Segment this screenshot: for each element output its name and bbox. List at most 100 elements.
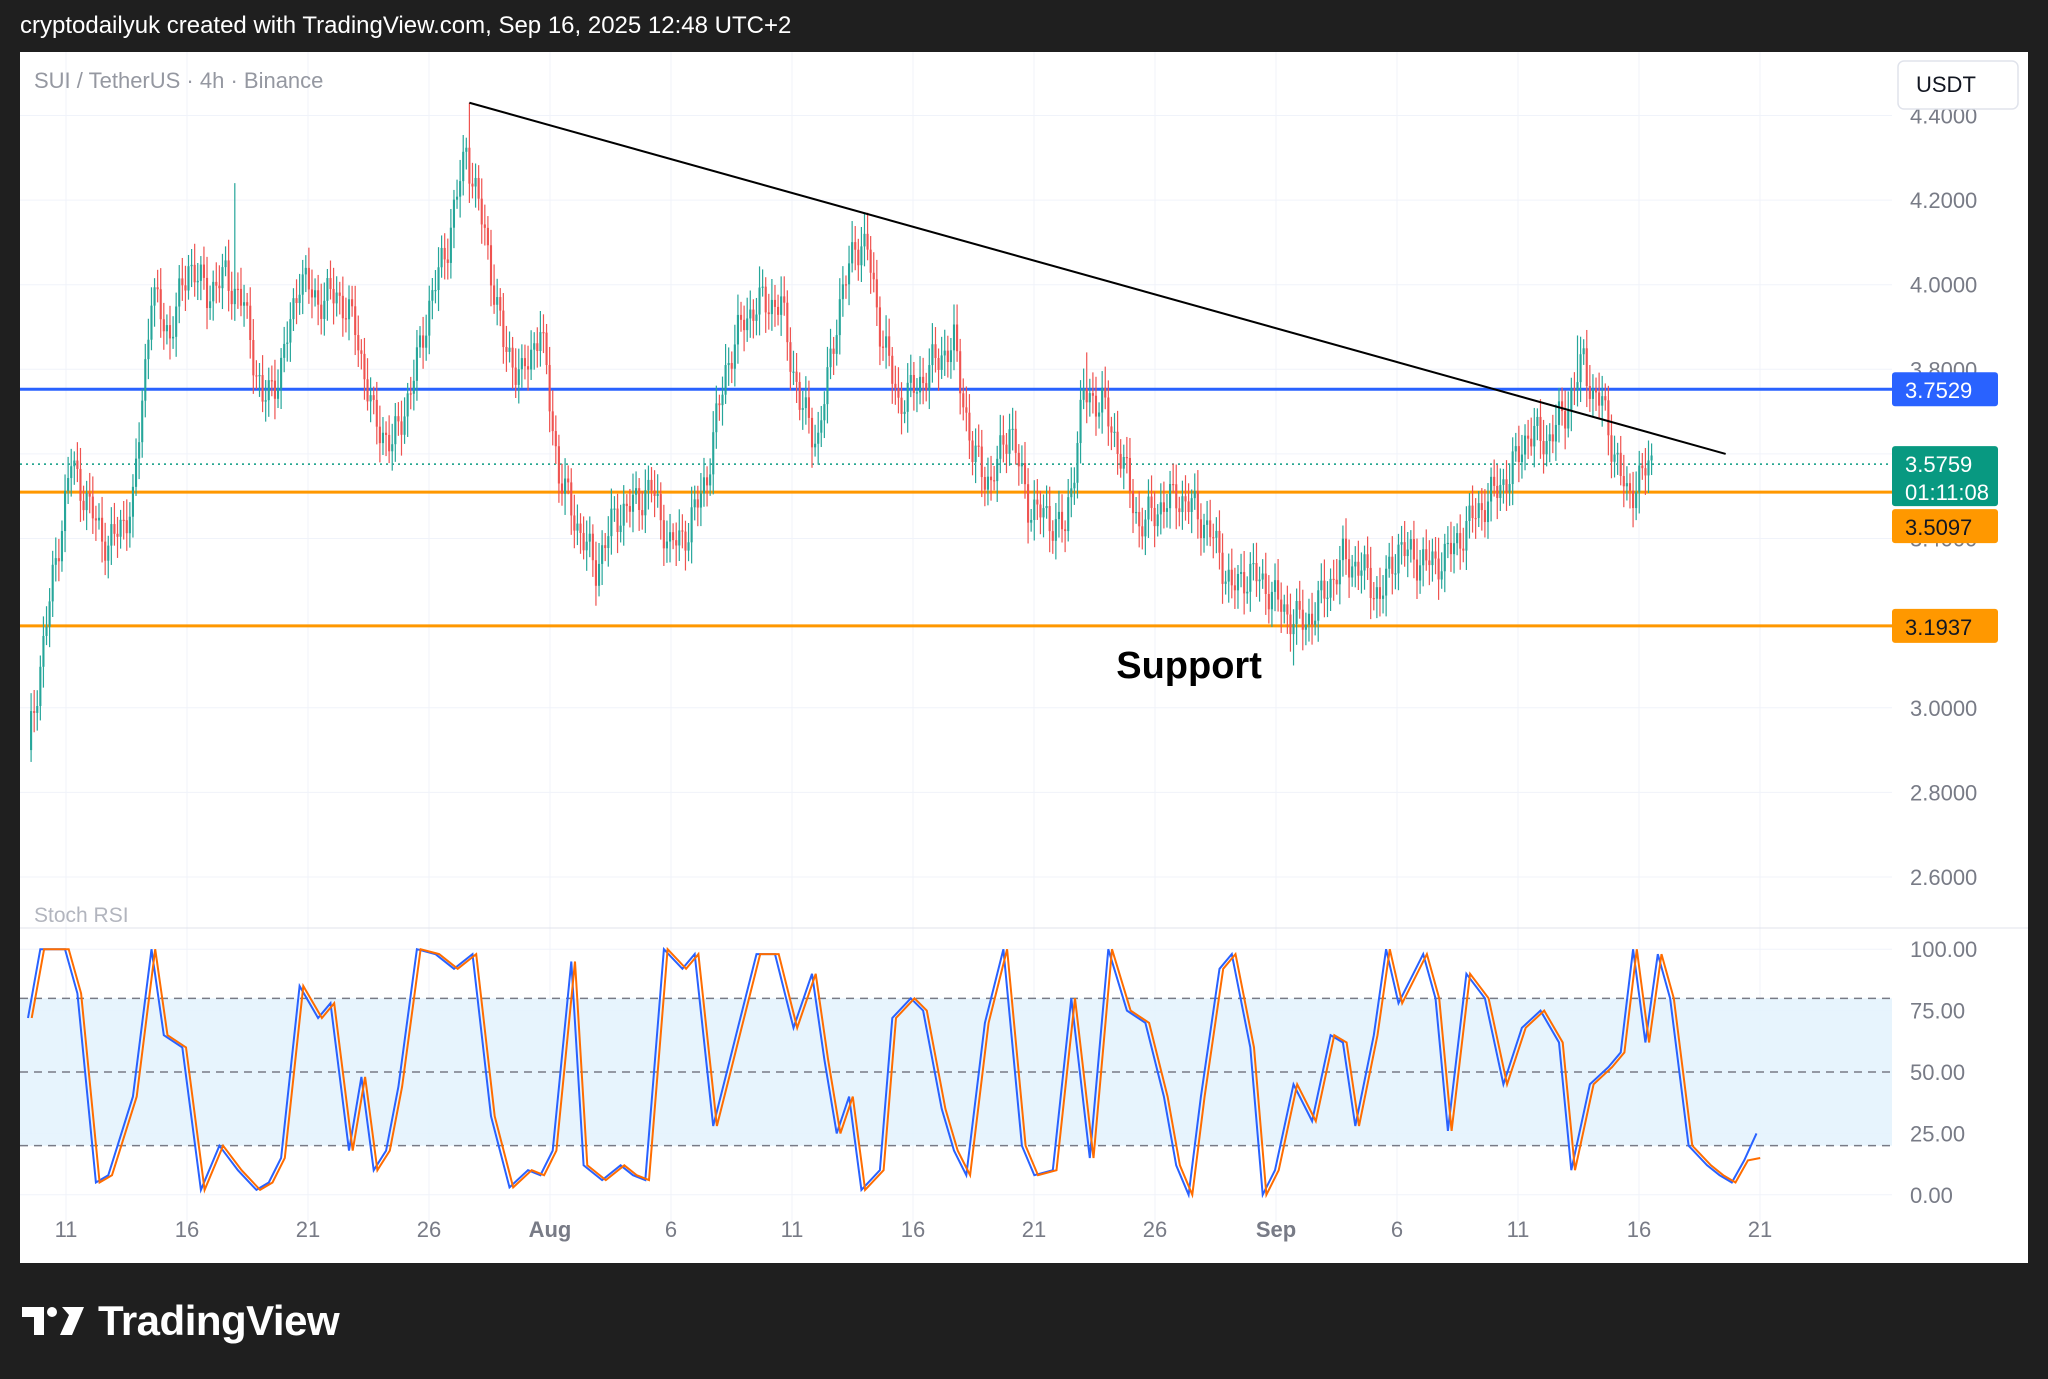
- candle-body: [1005, 444, 1008, 454]
- candle-body: [922, 376, 925, 384]
- candle-body: [835, 335, 838, 354]
- candle-body: [1310, 613, 1314, 625]
- candle-body: [384, 432, 388, 435]
- candle-body: [48, 601, 51, 627]
- candle-body: [1437, 558, 1440, 580]
- candle-body: [983, 477, 986, 490]
- level-tag-blue-text: 3.7529: [1905, 378, 1972, 403]
- candle-body: [1076, 443, 1079, 483]
- candle-body: [209, 301, 212, 309]
- candle-body: [1162, 502, 1165, 512]
- candle-body: [101, 517, 104, 542]
- candle-body: [1135, 511, 1138, 514]
- candle-body: [483, 224, 486, 228]
- y-tick-label: 2.6000: [1910, 865, 1977, 890]
- candle-body: [1443, 543, 1446, 572]
- candle-body: [1505, 479, 1508, 493]
- chart-svg[interactable]: 11 16 21 26 Aug 6 11 16 21 26 Sep 6 11 16 214.40004.20…: [20, 52, 2028, 1263]
- candle-body: [517, 369, 520, 385]
- candle-body: [915, 392, 919, 394]
- candle-body: [1196, 491, 1199, 520]
- candle-body: [1304, 624, 1307, 630]
- candle-body: [1591, 389, 1594, 399]
- candle-body: [662, 520, 665, 549]
- candle-body: [1150, 496, 1153, 508]
- candle-body: [246, 302, 249, 306]
- candle-body: [1517, 446, 1520, 463]
- x-tick-label: 11: [1507, 1217, 1530, 1242]
- candle-body: [406, 393, 409, 417]
- candle-body: [1104, 387, 1107, 398]
- candle-body: [1267, 594, 1270, 610]
- candle-body: [147, 339, 150, 360]
- candle-body: [931, 344, 934, 366]
- candle-body: [1545, 441, 1548, 455]
- candle-body: [1113, 431, 1116, 433]
- candle-body: [1351, 566, 1354, 578]
- candle-body: [1378, 587, 1382, 599]
- candle-body: [650, 479, 653, 491]
- candle-body: [1412, 539, 1415, 560]
- candle-body: [956, 324, 959, 352]
- candle-body: [1045, 506, 1048, 509]
- candle-body: [122, 519, 125, 522]
- candle-body: [622, 503, 625, 526]
- candle-body: [110, 524, 113, 546]
- candle-body: [872, 272, 875, 280]
- candle-body: [619, 525, 622, 533]
- candle-body: [647, 479, 650, 491]
- candle-body: [1317, 590, 1320, 621]
- candle-body: [906, 382, 909, 412]
- candle-body: [141, 400, 144, 443]
- candle-body: [1209, 520, 1212, 538]
- candle-body: [107, 545, 110, 561]
- candle-body: [354, 306, 357, 336]
- candle-body: [91, 496, 94, 519]
- candle-body: [783, 296, 786, 303]
- candle-body: [70, 466, 73, 479]
- candle-body: [1273, 580, 1277, 592]
- candle-body: [252, 340, 255, 376]
- candle-body: [891, 355, 894, 384]
- candle-body: [190, 264, 193, 267]
- candle-body: [1141, 526, 1144, 537]
- candle-body: [94, 518, 97, 521]
- candle-body: [1520, 454, 1524, 463]
- candle-body: [243, 302, 246, 306]
- candle-body: [397, 416, 400, 422]
- candle-body: [1199, 519, 1202, 539]
- candle-body: [1385, 568, 1388, 596]
- candle-body: [1527, 435, 1530, 439]
- candle-body: [718, 403, 721, 406]
- candle-body: [175, 306, 178, 337]
- level-tag-orange-text: 3.5097: [1905, 515, 1972, 540]
- candle-body: [567, 478, 570, 483]
- candle-body: [63, 490, 67, 532]
- candle-body: [1372, 597, 1375, 600]
- candle-body: [1067, 497, 1070, 532]
- candle-body: [1054, 519, 1057, 541]
- candle-body: [520, 358, 523, 370]
- candle-body: [925, 383, 928, 390]
- candle-body: [341, 295, 344, 319]
- candle-body: [437, 267, 440, 290]
- candle-body: [39, 666, 42, 707]
- candle-body: [968, 412, 971, 441]
- candle-body: [381, 432, 385, 444]
- x-tick-label: Aug: [529, 1217, 572, 1242]
- candle-body: [1344, 538, 1348, 560]
- trendline-layer[interactable]: [469, 101, 1726, 455]
- candle-body: [218, 285, 221, 289]
- chart-area[interactable]: 11 16 21 26 Aug 6 11 16 21 26 Sep 6 11 16 21 4.4000 4.20…: [20, 52, 2028, 1263]
- currency-button[interactable]: USDT: [1897, 60, 2019, 110]
- candle-body: [1039, 504, 1042, 518]
- x-tick-label: 16: [175, 1217, 199, 1242]
- candle-body: [351, 299, 354, 307]
- candle-body: [1388, 556, 1391, 569]
- candle-body: [724, 365, 727, 395]
- candle-body: [601, 545, 604, 564]
- candle-body: [814, 443, 817, 448]
- candle-body: [1261, 573, 1264, 580]
- candle-body: [502, 310, 505, 348]
- candle-body: [1536, 416, 1539, 426]
